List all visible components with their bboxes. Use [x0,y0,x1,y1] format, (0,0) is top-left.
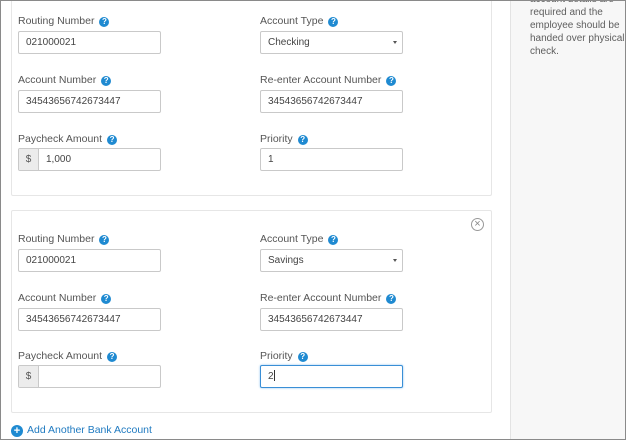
help-icon[interactable]: ? [101,294,112,304]
remove-account-icon[interactable]: × [471,218,484,231]
paycheck-amount-value: 1,000 [46,154,72,165]
account-type-select[interactable]: Checking [260,31,403,54]
bank-account-card-1: Routing Number? 021000021 Account Type? … [11,1,492,196]
paycheck-amount-input[interactable]: $ 1,000 [18,148,161,171]
sidebar-info-panel: account details are required and the emp… [510,1,625,439]
priority-input[interactable]: 2 [260,365,403,388]
sidebar-info-text: account details are required and the emp… [530,1,625,57]
reenter-account-label: Re-enter Account Number [260,74,382,86]
help-icon[interactable]: ? [386,76,397,86]
account-number-label: Account Number [18,292,97,304]
routing-number-label: Routing Number [18,15,95,27]
help-icon[interactable]: ? [297,135,308,145]
reenter-account-input[interactable]: 34543656742673447 [260,90,403,113]
reenter-account-label: Re-enter Account Number [260,292,382,304]
main-content: Routing Number? 021000021 Account Type? … [1,1,510,439]
text-cursor [273,370,275,381]
help-icon[interactable]: ? [328,235,339,245]
account-type-value: Savings [268,255,304,266]
currency-prefix: $ [19,149,39,170]
account-number-label: Account Number [18,74,97,86]
priority-input[interactable]: 1 [260,148,403,171]
priority-label: Priority [260,350,293,362]
account-type-select[interactable]: Savings [260,249,403,272]
account-type-label: Account Type [260,233,324,245]
help-icon[interactable]: ? [107,352,118,362]
plus-circle-icon: + [11,425,23,437]
add-bank-account-label: Add Another Bank Account [27,424,152,436]
paycheck-amount-label: Paycheck Amount [18,350,103,362]
routing-number-input[interactable]: 021000021 [18,249,161,272]
help-icon[interactable]: ? [99,17,110,27]
account-type-label: Account Type [260,15,324,27]
app-frame: Routing Number? 021000021 Account Type? … [0,0,626,440]
currency-prefix: $ [19,366,39,387]
help-icon[interactable]: ? [297,352,308,362]
help-icon[interactable]: ? [99,235,110,245]
help-icon[interactable]: ? [107,135,118,145]
routing-number-input[interactable]: 021000021 [18,31,161,54]
account-number-input[interactable]: 34543656742673447 [18,90,161,113]
priority-label: Priority [260,133,293,145]
paycheck-amount-label: Paycheck Amount [18,133,103,145]
help-icon[interactable]: ? [101,76,112,86]
chevron-down-icon [393,41,397,44]
chevron-down-icon [393,259,397,262]
bank-account-card-2: × Routing Number? 021000021 Account Type… [11,210,492,413]
help-icon[interactable]: ? [386,294,397,304]
add-bank-account-link[interactable]: + Add Another Bank Account [11,424,152,437]
paycheck-amount-input[interactable]: $ [18,365,161,388]
account-type-value: Checking [268,37,310,48]
routing-number-label: Routing Number [18,233,95,245]
account-number-input[interactable]: 34543656742673447 [18,308,161,331]
help-icon[interactable]: ? [328,17,339,27]
reenter-account-input[interactable]: 34543656742673447 [260,308,403,331]
